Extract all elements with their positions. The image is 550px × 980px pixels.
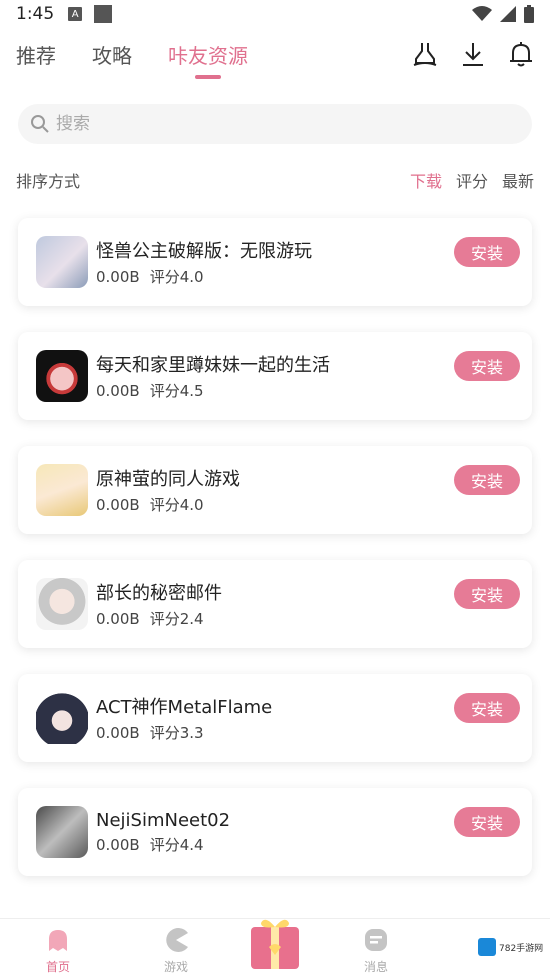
- item-title: 部长的秘密邮件: [96, 583, 222, 604]
- notification-a-icon: A: [68, 7, 83, 21]
- watermark-logo-icon: [478, 938, 496, 956]
- install-button[interactable]: 安装: [454, 693, 520, 723]
- status-bar: 1:45 A: [0, 0, 550, 28]
- item-rating: 评分4.0: [149, 268, 204, 286]
- list-item[interactable]: NejiSimNeet02 0.00B 评分4.4 安装: [18, 788, 532, 876]
- bottom-nav: 首页 游戏 消息: [0, 918, 550, 980]
- top-nav: 推荐 攻略 咔友资源: [0, 32, 550, 76]
- broom-icon[interactable]: [412, 41, 438, 67]
- item-rating: 评分2.4: [149, 610, 204, 628]
- list-item[interactable]: ACT神作MetalFlame 0.00B 评分3.3 安装: [18, 674, 532, 762]
- install-button[interactable]: 安装: [454, 807, 520, 837]
- sort-rating[interactable]: 评分: [456, 168, 488, 192]
- signal-icon: [500, 6, 516, 22]
- message-icon: [365, 929, 387, 951]
- watermark: 782手游网: [478, 938, 543, 956]
- game-thumbnail: [36, 806, 88, 858]
- notification-square-icon: [94, 5, 113, 23]
- gamepad-icon: [166, 928, 188, 952]
- item-rating: 评分4.5: [149, 382, 204, 400]
- nav-home-label: 首页: [45, 960, 70, 974]
- item-size: 0.00B: [96, 268, 140, 286]
- search-input[interactable]: [56, 114, 496, 134]
- game-thumbnail: [36, 464, 88, 516]
- game-thumbnail: [36, 692, 88, 744]
- sort-newest[interactable]: 最新: [502, 168, 534, 192]
- game-thumbnail: [36, 578, 88, 630]
- battery-icon: [524, 5, 534, 23]
- download-icon[interactable]: [460, 41, 486, 67]
- sort-row: 排序方式 下载 评分 最新: [16, 168, 534, 192]
- search-icon: [31, 115, 49, 133]
- tab-guides[interactable]: 攻略: [92, 40, 132, 69]
- item-title: NejiSimNeet02: [96, 809, 231, 831]
- sort-downloads[interactable]: 下载: [410, 168, 442, 192]
- nav-games-label: 游戏: [163, 960, 188, 974]
- resource-list: 怪兽公主破解版：无限游玩 0.00B 评分4.0 安装 每天和家里蹲妹妹一起的生活…: [18, 218, 532, 902]
- list-item[interactable]: 每天和家里蹲妹妹一起的生活 0.00B 评分4.5 安装: [18, 332, 532, 420]
- tab-resources[interactable]: 咔友资源: [168, 40, 248, 69]
- install-button[interactable]: 安装: [454, 579, 520, 609]
- item-size: 0.00B: [96, 835, 140, 854]
- item-size: 0.00B: [96, 610, 140, 628]
- install-button[interactable]: 安装: [454, 237, 520, 267]
- item-size: 0.00B: [96, 724, 140, 742]
- list-item[interactable]: 原神萤的同人游戏 0.00B 评分4.0 安装: [18, 446, 532, 534]
- install-button[interactable]: 安装: [454, 465, 520, 495]
- nav-icons: [412, 41, 534, 67]
- nav-messages-label: 消息: [363, 960, 388, 974]
- item-rating: 评分4.0: [149, 496, 204, 514]
- list-item[interactable]: 部长的秘密邮件 0.00B 评分2.4 安装: [18, 560, 532, 648]
- status-time: 1:45: [16, 4, 55, 24]
- nav-games[interactable]: 游戏: [146, 927, 206, 975]
- search-bar[interactable]: [18, 104, 532, 144]
- wifi-icon: [472, 6, 492, 21]
- sort-label: 排序方式: [16, 172, 81, 191]
- gift-icon[interactable]: [247, 913, 303, 969]
- item-rating: 评分3.3: [149, 724, 204, 742]
- nav-home[interactable]: 首页: [28, 927, 88, 975]
- install-button[interactable]: 安装: [454, 351, 520, 381]
- watermark-text: 782手游网: [499, 943, 544, 954]
- game-thumbnail: [36, 350, 88, 402]
- bell-icon[interactable]: [508, 41, 534, 67]
- game-thumbnail: [36, 236, 88, 288]
- ghost-icon: [49, 930, 67, 951]
- nav-messages[interactable]: 消息: [346, 927, 406, 975]
- item-size: 0.00B: [96, 382, 140, 400]
- sort-options: 下载 评分 最新: [410, 168, 534, 192]
- item-title: 原神萤的同人游戏: [96, 469, 240, 490]
- list-item[interactable]: 怪兽公主破解版：无限游玩 0.00B 评分4.0 安装: [18, 218, 532, 306]
- item-size: 0.00B: [96, 496, 140, 514]
- item-title: ACT神作MetalFlame: [96, 697, 273, 718]
- tab-recommend[interactable]: 推荐: [16, 40, 56, 69]
- status-right: [472, 5, 534, 23]
- item-title: 怪兽公主破解版：无限游玩: [96, 241, 312, 262]
- item-rating: 评分4.4: [149, 835, 204, 854]
- item-title: 每天和家里蹲妹妹一起的生活: [96, 355, 330, 376]
